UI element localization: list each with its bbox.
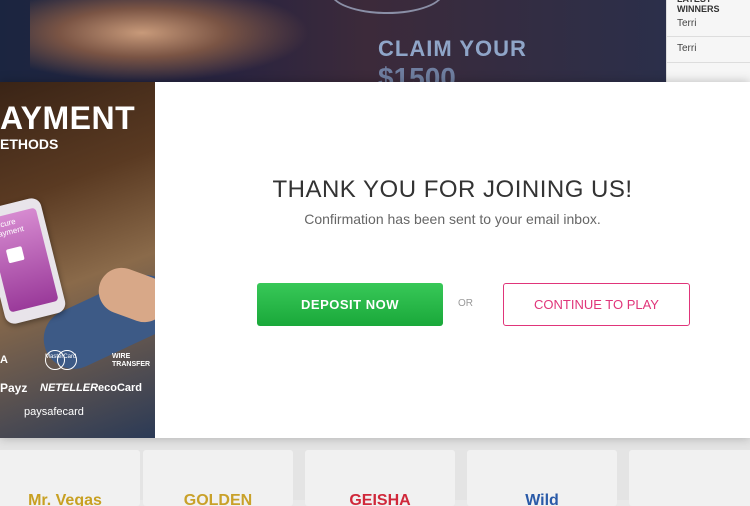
or-separator: OR xyxy=(458,298,473,309)
game-tile-title: Wild xyxy=(525,492,559,506)
divider xyxy=(667,62,750,63)
hero-claim-text: CLAIM YOUR xyxy=(378,36,527,61)
wire-transfer-logo: WIRE TRANSFER xyxy=(112,353,151,368)
hero-image-people xyxy=(30,0,310,82)
game-tile-title: Mr. Vegas xyxy=(28,492,102,506)
continue-to-play-button[interactable]: CONTINUE TO PLAY xyxy=(503,283,690,326)
hero-amount-text: $1500 xyxy=(378,62,456,82)
hero-coin-graphic xyxy=(330,0,444,14)
divider xyxy=(667,36,750,37)
deposit-now-button[interactable]: DEPOSIT NOW xyxy=(257,283,443,326)
latest-winners-panel: LATEST WINNERS Terri Terri xyxy=(666,0,750,82)
hero-banner[interactable]: CLAIM YOUR $1500 xyxy=(0,0,666,82)
mastercard-circle-right xyxy=(57,350,77,370)
neteller-logo: NETELLER xyxy=(40,382,99,394)
game-tile[interactable]: GOLDEN xyxy=(143,450,293,506)
payz-logo: Payz xyxy=(0,381,28,395)
winner-row: Terri xyxy=(677,43,697,54)
games-strip: Mr. Vegas GOLDEN GEISHA Wild xyxy=(0,438,750,506)
winner-row: Terri xyxy=(677,18,697,29)
confirmation-message: Confirmation has been sent to your email… xyxy=(304,211,601,227)
game-tile[interactable]: Mr. Vegas xyxy=(0,450,140,506)
modal-heading: THANK YOU FOR JOINING US! xyxy=(272,176,633,203)
paysafecard-logo: paysafecard xyxy=(24,406,84,418)
game-tile-title: GOLDEN xyxy=(183,492,253,506)
game-tile-title: GEISHA xyxy=(349,492,411,506)
game-tile[interactable]: Wild xyxy=(467,450,617,506)
game-tile[interactable] xyxy=(629,450,750,506)
ecocard-logo: ecoCard xyxy=(98,382,143,394)
mastercard-logo: MasterCard xyxy=(45,350,77,370)
promo-title: AYMENT xyxy=(0,100,136,136)
signup-success-modal: AYMENT ETHODS Secure Payment A MasterCar… xyxy=(0,82,750,438)
game-tile[interactable]: GEISHA xyxy=(305,450,455,506)
mastercard-label: MasterCard xyxy=(45,354,77,360)
winners-header: LATEST WINNERS xyxy=(677,0,720,14)
payment-methods-promo: AYMENT ETHODS Secure Payment A MasterCar… xyxy=(0,82,155,438)
promo-subtitle: ETHODS xyxy=(0,136,59,152)
visa-logo: A xyxy=(0,354,8,366)
phone-graphic: Secure Payment xyxy=(0,196,68,326)
